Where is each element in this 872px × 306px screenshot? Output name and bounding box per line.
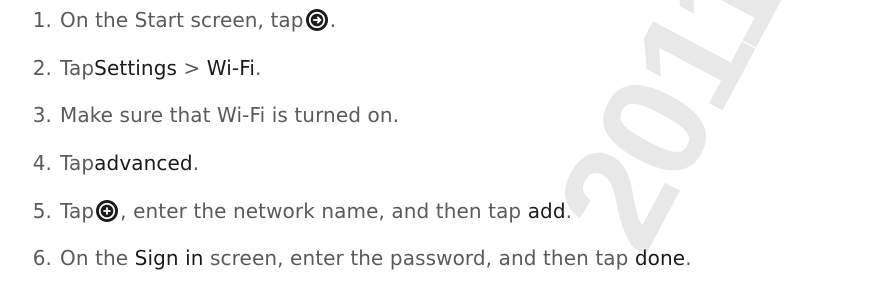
- step-number: 6.: [32, 246, 52, 270]
- step-6: 6. On the Sign in screen, enter the pass…: [0, 238, 692, 278]
- step-number: 3.: [32, 103, 52, 127]
- step-5: 5. Tap , enter the network name, and the…: [0, 191, 572, 231]
- draft-watermark: 2011/0: [524, 0, 872, 274]
- sign-in-label: Sign in: [134, 246, 204, 270]
- wifi-label: Wi-Fi: [206, 56, 256, 80]
- step-1: 1. On the Start screen, tap .: [0, 0, 336, 40]
- step-text: Tap: [60, 56, 95, 80]
- step-2: 2. Tap Settings > Wi-Fi .: [0, 48, 262, 88]
- step-number: 5.: [32, 199, 52, 223]
- step-4: 4. Tap advanced .: [0, 143, 199, 183]
- arrow-right-circle-icon: [305, 9, 328, 31]
- step-text-end: .: [685, 246, 692, 270]
- step-text: Tap: [60, 151, 95, 175]
- settings-label: Settings: [94, 56, 178, 80]
- step-text: On the: [60, 246, 135, 270]
- step-text-middle: , enter the network name, and then tap: [120, 199, 528, 223]
- done-label: done: [634, 246, 686, 270]
- step-text-end: .: [329, 8, 337, 32]
- add-circle-icon: [96, 200, 119, 222]
- step-text-end: .: [192, 151, 200, 175]
- advanced-label: advanced: [94, 151, 193, 175]
- step-3: 3. Make sure that Wi-Fi is turned on.: [0, 95, 399, 135]
- step-number: 2.: [32, 56, 52, 80]
- separator: >: [177, 56, 207, 80]
- step-text: Make sure that Wi-Fi is turned on.: [60, 103, 400, 127]
- step-text: On the Start screen, tap: [60, 8, 304, 32]
- step-text-middle: screen, enter the password, and then tap: [203, 246, 635, 270]
- step-number: 1.: [32, 8, 52, 32]
- add-label: add: [527, 199, 566, 223]
- step-text-end: .: [565, 199, 573, 223]
- step-number: 4.: [32, 151, 52, 175]
- step-text: Tap: [60, 199, 95, 223]
- step-text-end: .: [255, 56, 262, 80]
